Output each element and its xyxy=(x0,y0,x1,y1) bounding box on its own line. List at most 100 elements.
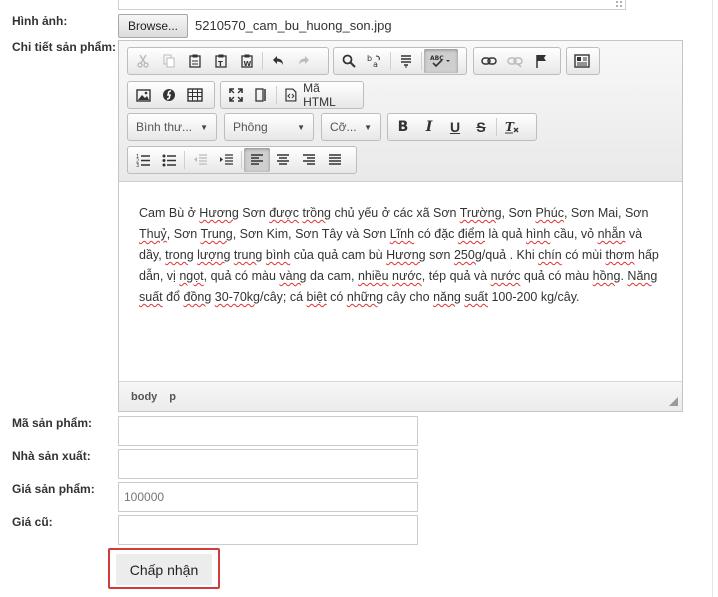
content-text: , quả có màu xyxy=(203,269,280,283)
old-price-input[interactable] xyxy=(118,515,418,545)
misspelled-word: Phúc xyxy=(535,206,564,220)
misspelled-word: 30-70kg xyxy=(214,290,260,304)
misspelled-word: điểm xyxy=(457,227,485,241)
paste-text-icon[interactable]: T xyxy=(208,49,234,73)
decrease-indent-icon[interactable] xyxy=(187,148,213,172)
misspelled-word: bình xyxy=(265,248,291,262)
justify-icon[interactable] xyxy=(322,148,348,172)
table-icon[interactable] xyxy=(182,83,208,107)
paste-icon[interactable] xyxy=(182,49,208,73)
chevron-down-icon: ▼ xyxy=(364,122,372,132)
path-element-body[interactable]: body xyxy=(131,391,157,403)
manufacturer-input[interactable] xyxy=(118,449,418,479)
undo-icon[interactable] xyxy=(265,49,291,73)
editor-content-area[interactable]: Cam Bù ở Hương Sơn được trồng chủ yếu ở … xyxy=(119,183,682,381)
italic-icon[interactable]: I xyxy=(416,115,442,139)
replace-icon[interactable]: ba xyxy=(362,49,388,73)
price-placeholder: 100000 xyxy=(124,490,165,504)
content-text: có xyxy=(326,290,347,304)
redo-icon[interactable] xyxy=(291,49,317,73)
source-icon xyxy=(285,88,297,102)
text-style-group: B I U S T xyxy=(387,113,537,141)
content-text: là quả xyxy=(484,227,526,241)
insert-group xyxy=(127,81,215,109)
misspelled-word: những xyxy=(346,290,384,304)
content-text: da cam, xyxy=(306,269,358,283)
link-group xyxy=(473,47,561,75)
misspelled-word: nước xyxy=(392,269,422,283)
chevron-down-icon: ▼ xyxy=(200,122,208,132)
rich-text-editor: T W ba ABC Mã HTML Bình thư... ▼ Phông ▼… xyxy=(118,40,683,412)
find-icon[interactable] xyxy=(336,49,362,73)
svg-text:b: b xyxy=(367,54,372,63)
submit-button[interactable]: Chấp nhận xyxy=(116,554,212,585)
source-button[interactable]: Mã HTML xyxy=(279,81,361,109)
link-icon[interactable] xyxy=(476,49,502,73)
size-combo-value: Cỡ... xyxy=(330,120,357,134)
old-price-label: Giá cũ: xyxy=(12,515,53,529)
content-text: 100-200 kg/cây. xyxy=(488,290,580,304)
align-center-icon[interactable] xyxy=(270,148,296,172)
product-code-input[interactable] xyxy=(118,416,418,446)
select-all-icon[interactable] xyxy=(393,49,419,73)
misspelled-word: năng xyxy=(433,290,461,304)
image-icon[interactable] xyxy=(130,83,156,107)
content-text: /quả . Khi xyxy=(481,248,539,262)
misspelled-word: ngọt xyxy=(179,269,204,283)
unlink-icon[interactable] xyxy=(502,49,528,73)
content-text: cây cho xyxy=(383,290,434,304)
misspelled-word: hình xyxy=(525,227,551,241)
increase-indent-icon[interactable] xyxy=(213,148,239,172)
misspelled-word: trung xyxy=(233,248,263,262)
numbered-list-icon[interactable]: 123 xyxy=(130,148,156,172)
misspelled-word: thơm xyxy=(605,248,635,262)
description-textarea[interactable] xyxy=(118,0,626,10)
anchor-flag-icon[interactable] xyxy=(528,49,554,73)
align-right-icon[interactable] xyxy=(296,148,322,172)
editor-resize-icon[interactable] xyxy=(669,397,678,406)
price-input[interactable]: 100000 xyxy=(118,482,418,512)
misspelled-word: Hương xyxy=(199,206,239,220)
size-combo[interactable]: Cỡ... ▼ xyxy=(321,113,381,141)
editor-toolbar: T W ba ABC Mã HTML Bình thư... ▼ Phông ▼… xyxy=(119,41,682,182)
separator xyxy=(390,52,391,70)
strikethrough-icon[interactable]: S xyxy=(468,115,494,139)
misspelled-word: nước xyxy=(490,269,521,283)
bulleted-list-icon[interactable] xyxy=(156,148,182,172)
underline-icon[interactable]: U xyxy=(442,115,468,139)
clipboard-undo-group: T W xyxy=(127,47,329,75)
content-text: sơn xyxy=(425,248,454,262)
resize-grip-icon[interactable] xyxy=(615,0,623,8)
image-label: Hình ảnh: xyxy=(12,14,68,28)
flash-icon[interactable] xyxy=(156,83,182,107)
misspelled-word: hồng xyxy=(592,269,621,283)
show-blocks-icon[interactable] xyxy=(249,83,275,107)
font-combo-value: Phông xyxy=(233,120,268,134)
path-element-p[interactable]: p xyxy=(169,391,176,403)
content-paragraph: Cam Bù ở Hương Sơn được trồng chủ yếu ở … xyxy=(139,203,662,308)
content-text: chủ yếu ở các xã Sơn xyxy=(331,206,460,220)
submit-highlight: Chấp nhận xyxy=(108,548,220,589)
font-combo[interactable]: Phông ▼ xyxy=(224,113,314,141)
cut-icon[interactable] xyxy=(130,49,156,73)
bold-icon[interactable]: B xyxy=(390,115,416,139)
misspelled-word: suất xyxy=(464,290,488,304)
remove-format-icon[interactable]: T xyxy=(499,115,525,139)
content-text: , Sơn xyxy=(166,227,201,241)
copy-icon[interactable] xyxy=(156,49,182,73)
content-text: đổ xyxy=(162,290,184,304)
templates-icon[interactable] xyxy=(569,49,595,73)
align-left-icon[interactable] xyxy=(244,148,270,172)
misspelled-word: Trung xyxy=(200,227,233,241)
spellcheck-icon[interactable]: ABC xyxy=(424,49,458,73)
svg-text:T: T xyxy=(505,120,515,134)
content-text: , Sơn Kim, Sơn Tây và Sơn xyxy=(232,227,390,241)
misspelled-word: nhẵn xyxy=(597,227,626,241)
browse-button[interactable]: Browse... xyxy=(118,14,188,38)
misspelled-word: chín xyxy=(538,248,562,262)
paste-word-icon[interactable]: W xyxy=(234,49,260,73)
maximize-icon[interactable] xyxy=(223,83,249,107)
content-text: , Sơn xyxy=(501,206,536,220)
selected-file-name: 5210570_cam_bu_huong_son.jpg xyxy=(195,18,392,33)
format-combo[interactable]: Bình thư... ▼ xyxy=(127,113,217,141)
